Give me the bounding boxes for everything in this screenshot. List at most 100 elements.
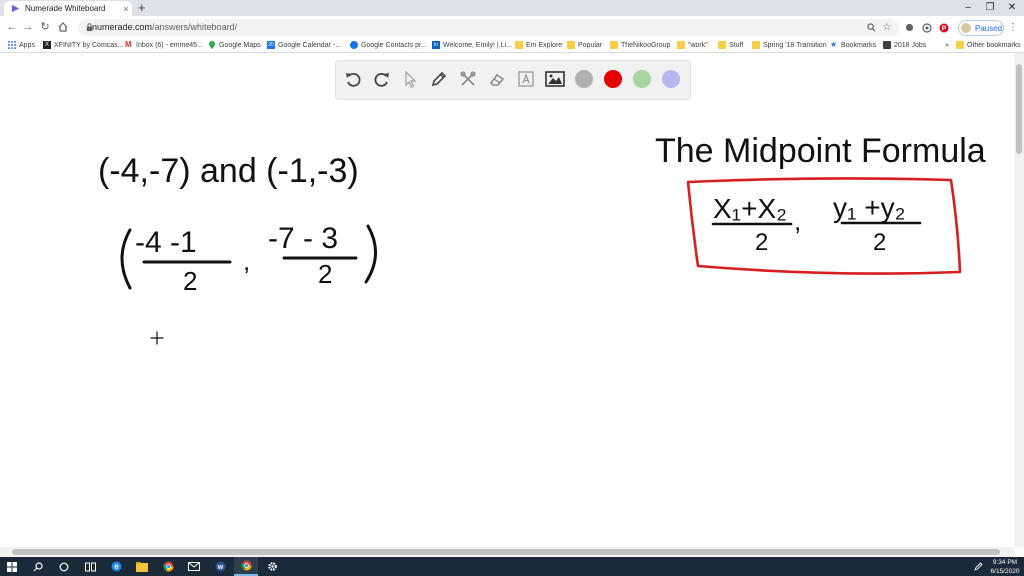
bookmark-2018-jobs[interactable]: 2018 Jobs: [883, 38, 926, 52]
bookmark-xfinity[interactable]: X XFINITY by Comcas...: [43, 38, 124, 52]
url-path: /answers/whiteboard/: [152, 22, 238, 32]
url-domain: numerade.com: [92, 22, 153, 32]
clock-time: 9:34 PM: [992, 559, 1018, 566]
given-points-text: (-4,-7) and (-1,-3): [98, 152, 359, 190]
bookmark-label: Stuff: [729, 41, 744, 49]
bookmark-label: "work": [688, 41, 708, 49]
numerade-favicon-icon: [11, 4, 20, 13]
edge-browser-icon[interactable]: e: [104, 557, 128, 576]
svg-text:e: e: [114, 562, 119, 571]
menu-kebab-icon[interactable]: ⋮: [1006, 19, 1020, 36]
bookmark-label: Popular: [578, 41, 603, 49]
pinterest-icon[interactable]: P: [937, 19, 951, 36]
bookmark-label: Bookmarks: [841, 41, 877, 49]
taskbar-search-icon[interactable]: [26, 557, 50, 576]
bookmark-apps[interactable]: Apps: [8, 38, 35, 52]
bookmark-label: Spring '18 Transition: [763, 41, 827, 49]
word-app-icon[interactable]: w: [208, 557, 232, 576]
bookmark-label: Google Maps: [219, 41, 261, 49]
url-text[interactable]: numerade.com/answers/whiteboard/: [92, 19, 237, 36]
bookmark-folder-nikoogroup[interactable]: TheNikooGroup: [610, 38, 670, 52]
profile-status: Paused: [975, 23, 1003, 33]
horizontal-scrollbar-thumb[interactable]: [12, 549, 1000, 555]
bookmark-star-icon[interactable]: ☆: [880, 19, 894, 36]
bookmark-google-calendar[interactable]: 20 Google Calendar -...: [267, 38, 341, 52]
profile-paused-button[interactable]: Paused: [958, 20, 1004, 36]
formula-x-numerator: X₁+X₂: [713, 193, 787, 224]
bookmark-folder-work[interactable]: "work": [677, 38, 708, 52]
chrome-active-icon[interactable]: [234, 557, 258, 576]
chrome-icon[interactable]: [156, 557, 180, 576]
clock-date: 6/15/2020: [990, 568, 1020, 575]
folder-icon: [610, 41, 618, 49]
minimize-button[interactable]: –: [957, 0, 979, 16]
gmail-icon: M: [125, 40, 132, 49]
svg-text:P: P: [942, 26, 947, 33]
task-view-icon[interactable]: [78, 557, 102, 576]
settings-gear-icon[interactable]: [260, 557, 284, 576]
bookmark-label: TheNikooGroup: [621, 41, 671, 49]
maps-pin-icon: [209, 41, 215, 49]
tab-close-icon[interactable]: ×: [120, 4, 132, 14]
bookmark-label: Em Explore: [526, 41, 563, 49]
whiteboard-canvas[interactable]: (-4,-7) and (-1,-3) -4 -1 2 , -7 - 3 2 T…: [0, 53, 1014, 547]
folder-icon: [956, 41, 964, 49]
star-icon: ★: [830, 40, 838, 49]
folder-icon: [567, 41, 575, 49]
avatar: [961, 23, 971, 33]
tab-strip: [0, 0, 1024, 16]
bookmark-separator: »: [945, 41, 949, 49]
numerator-x-text: -4 -1: [135, 226, 197, 259]
jobs-icon: [883, 41, 891, 49]
mail-envelope-icon[interactable]: [182, 557, 206, 576]
bookmark-google-contacts[interactable]: Google Contacts pr...: [350, 38, 427, 52]
forward-arrow-icon[interactable]: →: [20, 17, 36, 37]
cortana-circle-icon[interactable]: [52, 557, 76, 576]
folder-icon: [718, 41, 726, 49]
extension-puzzle-icon[interactable]: [920, 19, 934, 36]
reload-icon[interactable]: ↻: [37, 17, 53, 37]
bookmark-folder-stuff[interactable]: Stuff: [718, 38, 743, 52]
zoom-search-icon[interactable]: [864, 19, 878, 36]
vertical-scrollbar-thumb[interactable]: [1016, 64, 1022, 154]
bookmark-label: XFINITY by Comcas...: [54, 41, 124, 49]
maximize-button[interactable]: ❐: [979, 0, 1001, 16]
file-explorer-icon[interactable]: [130, 557, 154, 576]
bookmark-linkedin[interactable]: in Welcome, Emily! | Li...: [432, 38, 512, 52]
new-tab-button[interactable]: +: [138, 0, 146, 16]
window-close-button[interactable]: ✕: [1001, 0, 1023, 16]
bookmark-label: Apps: [19, 41, 35, 49]
formula-y-numerator: y₁ +y₂: [833, 192, 905, 223]
denominator-y-text: 2: [318, 259, 332, 289]
bookmark-google-maps[interactable]: Google Maps: [208, 38, 261, 52]
numerator-y-text: -7 - 3: [268, 222, 338, 255]
formula-x-denominator: 2: [755, 229, 768, 256]
tab-title: Numerade Whiteboard: [25, 4, 106, 13]
bookmark-inbox[interactable]: M Inbox (6) - emme45...: [125, 38, 203, 52]
xfinity-icon: X: [43, 41, 51, 49]
bookmark-folder-em-explore[interactable]: Em Explore: [515, 38, 562, 52]
bookmark-label: 2018 Jobs: [894, 41, 927, 49]
folder-icon: [515, 41, 523, 49]
pen-workspace-icon[interactable]: [970, 557, 986, 576]
system-clock[interactable]: 9:34 PM 6/15/2020: [988, 557, 1022, 576]
contacts-icon: [350, 41, 358, 49]
bookmark-label: Other bookmarks: [967, 41, 1021, 49]
browser-tab[interactable]: Numerade Whiteboard ×: [4, 1, 132, 16]
bookmark-label: Google Contacts pr...: [361, 41, 427, 49]
bookmark-bookmarks[interactable]: ★ Bookmarks: [830, 38, 876, 52]
windows-start-icon[interactable]: [0, 557, 24, 576]
folder-icon: [677, 41, 685, 49]
back-arrow-icon[interactable]: ←: [4, 17, 20, 37]
calendar-icon: 20: [267, 41, 275, 49]
home-icon[interactable]: [55, 17, 71, 37]
extension-circle-icon[interactable]: [902, 19, 916, 36]
denominator-x-text: 2: [183, 266, 197, 296]
bookmark-folder-popular[interactable]: Popular: [567, 38, 602, 52]
bookmark-label: Google Calendar -...: [278, 41, 342, 49]
bookmark-other[interactable]: Other bookmarks: [956, 38, 1021, 52]
bookmark-folder-spring[interactable]: Spring '18 Transition: [752, 38, 827, 52]
svg-text:w: w: [216, 564, 223, 571]
linkedin-icon: in: [432, 41, 440, 49]
fraction-comma-text: ,: [243, 246, 250, 276]
